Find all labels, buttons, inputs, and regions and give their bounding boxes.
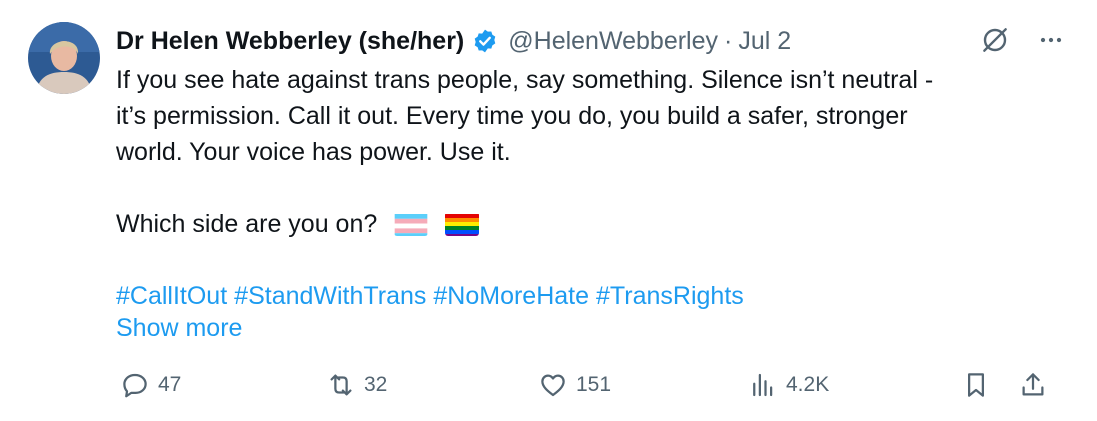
hashtag-link[interactable]: #TransRights [596,282,744,310]
like-count: 151 [576,373,612,396]
display-name[interactable]: Dr Helen Webberley (she/her) [116,27,464,56]
hashtag-link[interactable]: #StandWithTrans [234,282,426,310]
repost-count: 32 [364,373,388,396]
share-icon [1022,373,1044,396]
more-icon[interactable] [1035,24,1067,56]
heart-icon [541,374,565,397]
hashtag-link[interactable]: #NoMoreHate [433,282,589,310]
tweet-text-line: world. Your voice has power. Use it. [116,138,511,166]
avatar[interactable] [28,22,100,94]
share-button[interactable] [1018,370,1048,400]
like-button[interactable]: 151 [538,370,611,400]
tweet-header: Dr Helen Webberley (she/her) @HelenWebbe… [116,24,791,58]
reply-icon [123,373,147,398]
repost-button[interactable]: 32 [326,370,387,400]
tweet-top-actions [979,24,1067,56]
reply-button[interactable]: 47 [120,370,181,400]
hashtag-link[interactable]: #CallItOut [116,282,227,310]
question-line: Which side are you on? [116,206,1056,242]
bookmark-button[interactable] [961,370,991,400]
analytics-icon [753,373,773,397]
tweet-date[interactable]: Jul 2 [738,27,791,56]
grok-icon[interactable] [979,24,1011,56]
separator-dot: · [724,26,733,55]
views-button[interactable]: 4.2K [748,370,829,400]
show-more-link[interactable]: Show more [116,314,242,343]
user-handle[interactable]: @HelenWebberley [508,27,718,56]
verified-badge-icon[interactable] [472,28,498,54]
tweet-text-line: it’s permission. Call it out. Every time… [116,102,908,130]
tweet-text-line: If you see hate against trans people, sa… [116,66,934,94]
tweet-text: If you see hate against trans people, sa… [116,62,1056,314]
tweet[interactable]: Dr Helen Webberley (she/her) @HelenWebbe… [0,0,1097,421]
transgender-flag-icon [394,212,428,236]
view-count: 4.2K [786,373,830,396]
hashtags: #CallItOut #StandWithTrans #NoMoreHate #Tra… [116,278,1056,314]
question-text: Which side are you on? [116,210,378,238]
tweet-actions: 47 32 151 4.2K [116,370,1056,406]
reply-count: 47 [158,373,182,396]
repost-icon [330,374,352,396]
bookmark-icon [968,373,984,397]
rainbow-flag-icon [445,212,480,236]
